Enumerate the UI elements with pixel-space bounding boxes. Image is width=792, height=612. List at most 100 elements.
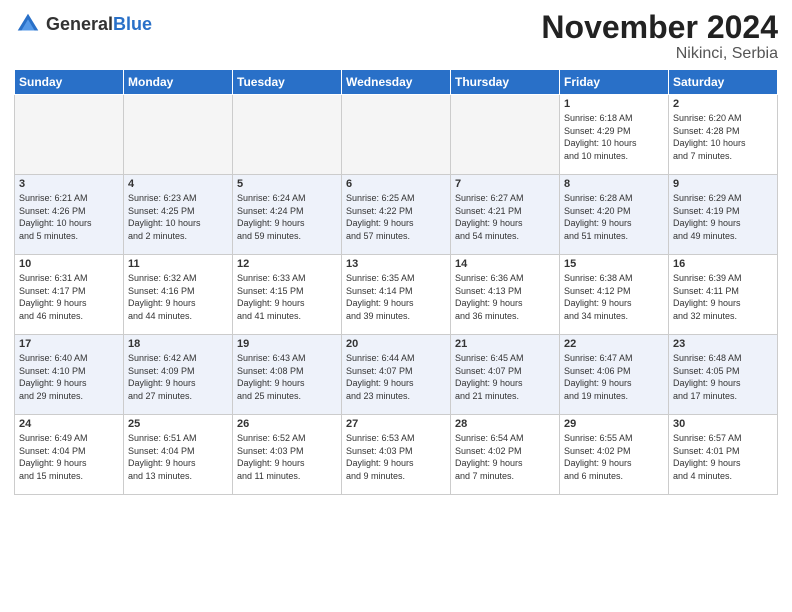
day-info-line: and 15 minutes. [19, 471, 83, 481]
day-info-line: Daylight: 9 hours [19, 298, 87, 308]
day-info-line: Sunrise: 6:32 AM [128, 273, 197, 283]
day-info-line: and 4 minutes. [673, 471, 732, 481]
week-row-3: 17Sunrise: 6:40 AMSunset: 4:10 PMDayligh… [15, 335, 778, 415]
day-info-line: Sunrise: 6:35 AM [346, 273, 415, 283]
day-info-line: Sunset: 4:06 PM [564, 366, 631, 376]
logo: GeneralBlue [14, 10, 152, 38]
day-info-line: Daylight: 9 hours [346, 378, 414, 388]
day-number: 16 [673, 258, 773, 270]
header-friday: Friday [560, 70, 669, 95]
day-info: Sunrise: 6:23 AMSunset: 4:25 PMDaylight:… [128, 192, 228, 242]
day-info-line: Sunset: 4:05 PM [673, 366, 740, 376]
day-info-line: Sunset: 4:03 PM [346, 446, 413, 456]
header-monday: Monday [124, 70, 233, 95]
day-info-line: Sunset: 4:07 PM [346, 366, 413, 376]
day-info-line: Sunset: 4:17 PM [19, 286, 86, 296]
day-number: 24 [19, 418, 119, 430]
day-info-line: Sunset: 4:24 PM [237, 206, 304, 216]
day-info: Sunrise: 6:24 AMSunset: 4:24 PMDaylight:… [237, 192, 337, 242]
day-number: 5 [237, 178, 337, 190]
table-row: 3Sunrise: 6:21 AMSunset: 4:26 PMDaylight… [15, 175, 124, 255]
day-info-line: Sunrise: 6:39 AM [673, 273, 742, 283]
day-info-line: and 9 minutes. [346, 471, 405, 481]
day-info-line: Sunrise: 6:40 AM [19, 353, 88, 363]
header-tuesday: Tuesday [233, 70, 342, 95]
day-info-line: and 2 minutes. [128, 231, 187, 241]
day-info-line: Sunset: 4:02 PM [564, 446, 631, 456]
day-info-line: Sunrise: 6:49 AM [19, 433, 88, 443]
day-info-line: Sunset: 4:25 PM [128, 206, 195, 216]
day-info-line: Sunset: 4:04 PM [19, 446, 86, 456]
table-row: 4Sunrise: 6:23 AMSunset: 4:25 PMDaylight… [124, 175, 233, 255]
table-row: 29Sunrise: 6:55 AMSunset: 4:02 PMDayligh… [560, 415, 669, 495]
table-row [342, 95, 451, 175]
day-info-line: Sunset: 4:26 PM [19, 206, 86, 216]
day-info-line: Sunset: 4:02 PM [455, 446, 522, 456]
day-info-line: Sunset: 4:08 PM [237, 366, 304, 376]
day-number: 9 [673, 178, 773, 190]
day-number: 6 [346, 178, 446, 190]
day-info-line: Sunrise: 6:33 AM [237, 273, 306, 283]
day-info-line: Sunrise: 6:29 AM [673, 193, 742, 203]
day-info-line: Daylight: 9 hours [237, 298, 305, 308]
table-row: 25Sunrise: 6:51 AMSunset: 4:04 PMDayligh… [124, 415, 233, 495]
day-info-line: Daylight: 9 hours [564, 458, 632, 468]
day-info-line: Sunset: 4:03 PM [237, 446, 304, 456]
day-info-line: Daylight: 9 hours [564, 218, 632, 228]
day-info-line: Daylight: 9 hours [673, 218, 741, 228]
location-title: Nikinci, Serbia [541, 45, 778, 63]
day-info-line: Sunset: 4:12 PM [564, 286, 631, 296]
day-info-line: Sunset: 4:20 PM [564, 206, 631, 216]
table-row: 23Sunrise: 6:48 AMSunset: 4:05 PMDayligh… [669, 335, 778, 415]
day-info-line: and 54 minutes. [455, 231, 519, 241]
day-info-line: Daylight: 9 hours [19, 458, 87, 468]
day-number: 8 [564, 178, 664, 190]
day-info: Sunrise: 6:28 AMSunset: 4:20 PMDaylight:… [564, 192, 664, 242]
table-row: 17Sunrise: 6:40 AMSunset: 4:10 PMDayligh… [15, 335, 124, 415]
day-number: 26 [237, 418, 337, 430]
day-info-line: and 5 minutes. [19, 231, 78, 241]
day-info-line: Daylight: 10 hours [564, 138, 637, 148]
table-row: 8 Sunrise: 6:28 AMSunset: 4:20 PMDaylight… [560, 175, 669, 255]
day-info-line: Daylight: 9 hours [346, 218, 414, 228]
day-info-line: Sunset: 4:15 PM [237, 286, 304, 296]
table-row: 10 Sunrise: 6:31 AM Sunset: 4:17 PM Dayligh… [15, 255, 124, 335]
day-info-line: Daylight: 9 hours [455, 218, 523, 228]
day-info-line: Sunrise: 6:31 AM [19, 273, 88, 283]
day-info: Sunrise: 6:33 AM Sunset: 4:15 PM Daylight:… [237, 272, 337, 322]
day-number: 17 [19, 338, 119, 350]
logo-icon [14, 10, 42, 38]
day-info-line: Sunrise: 6:38 AM [564, 273, 633, 283]
day-info-line: Sunset: 4:29 PM [564, 126, 631, 136]
table-row [233, 95, 342, 175]
day-info-line: Sunrise: 6:45 AM [455, 353, 524, 363]
table-row [451, 95, 560, 175]
day-info-line: Daylight: 9 hours [564, 298, 632, 308]
table-row: 7Sunrise: 6:27 AMSunset: 4:21 PMDaylight… [451, 175, 560, 255]
day-info-line: Daylight: 9 hours [128, 298, 196, 308]
table-row: 22Sunrise: 6:47 AMSunset: 4:06 PMDayligh… [560, 335, 669, 415]
day-number: 19 [237, 338, 337, 350]
header-thursday: Thursday [451, 70, 560, 95]
day-number: 29 [564, 418, 664, 430]
table-row: 12Sunrise: 6:33 AMSunset: 4:15 PMDayligh… [233, 255, 342, 335]
day-info-line: Daylight: 9 hours [237, 378, 305, 388]
table-row: 11Sunrise: 6:32 AMSunset: 4:16 PMDayligh… [124, 255, 233, 335]
day-info: Sunrise: 6:47 AMSunset: 4:06 PMDaylight:… [564, 352, 664, 402]
header-sunday: Sunday [15, 70, 124, 95]
day-info-line: Sunrise: 6:24 AM [237, 193, 306, 203]
day-info-line: Sunrise: 6:36 AM [455, 273, 524, 283]
day-info: Sunrise: 6:57 AMSunset: 4:01 PMDaylight:… [673, 432, 773, 482]
day-info: Sunrise: 6:36 AMSunset: 4:13 PMDaylight:… [455, 272, 555, 322]
day-info-line: Sunset: 4:22 PM [346, 206, 413, 216]
day-info-line: and 17 minutes. [673, 391, 737, 401]
day-number: 10 [19, 258, 119, 270]
table-row: 9Sunrise: 6:29 AMSunset: 4:19 PMDaylight… [669, 175, 778, 255]
day-info-line: and 7 minutes. [673, 151, 732, 161]
table-row: 14Sunrise: 6:36 AMSunset: 4:13 PMDayligh… [451, 255, 560, 335]
day-number: 20 [346, 338, 446, 350]
day-info-line: Sunrise: 6:54 AM [455, 433, 524, 443]
day-info-line: Sunrise: 6:57 AM [673, 433, 742, 443]
table-row: 15Sunrise: 6:38 AMSunset: 4:12 PMDayligh… [560, 255, 669, 335]
table-row: 24 Sunrise: 6:49 AM Sunset: 4:04 PM Dayligh… [15, 415, 124, 495]
